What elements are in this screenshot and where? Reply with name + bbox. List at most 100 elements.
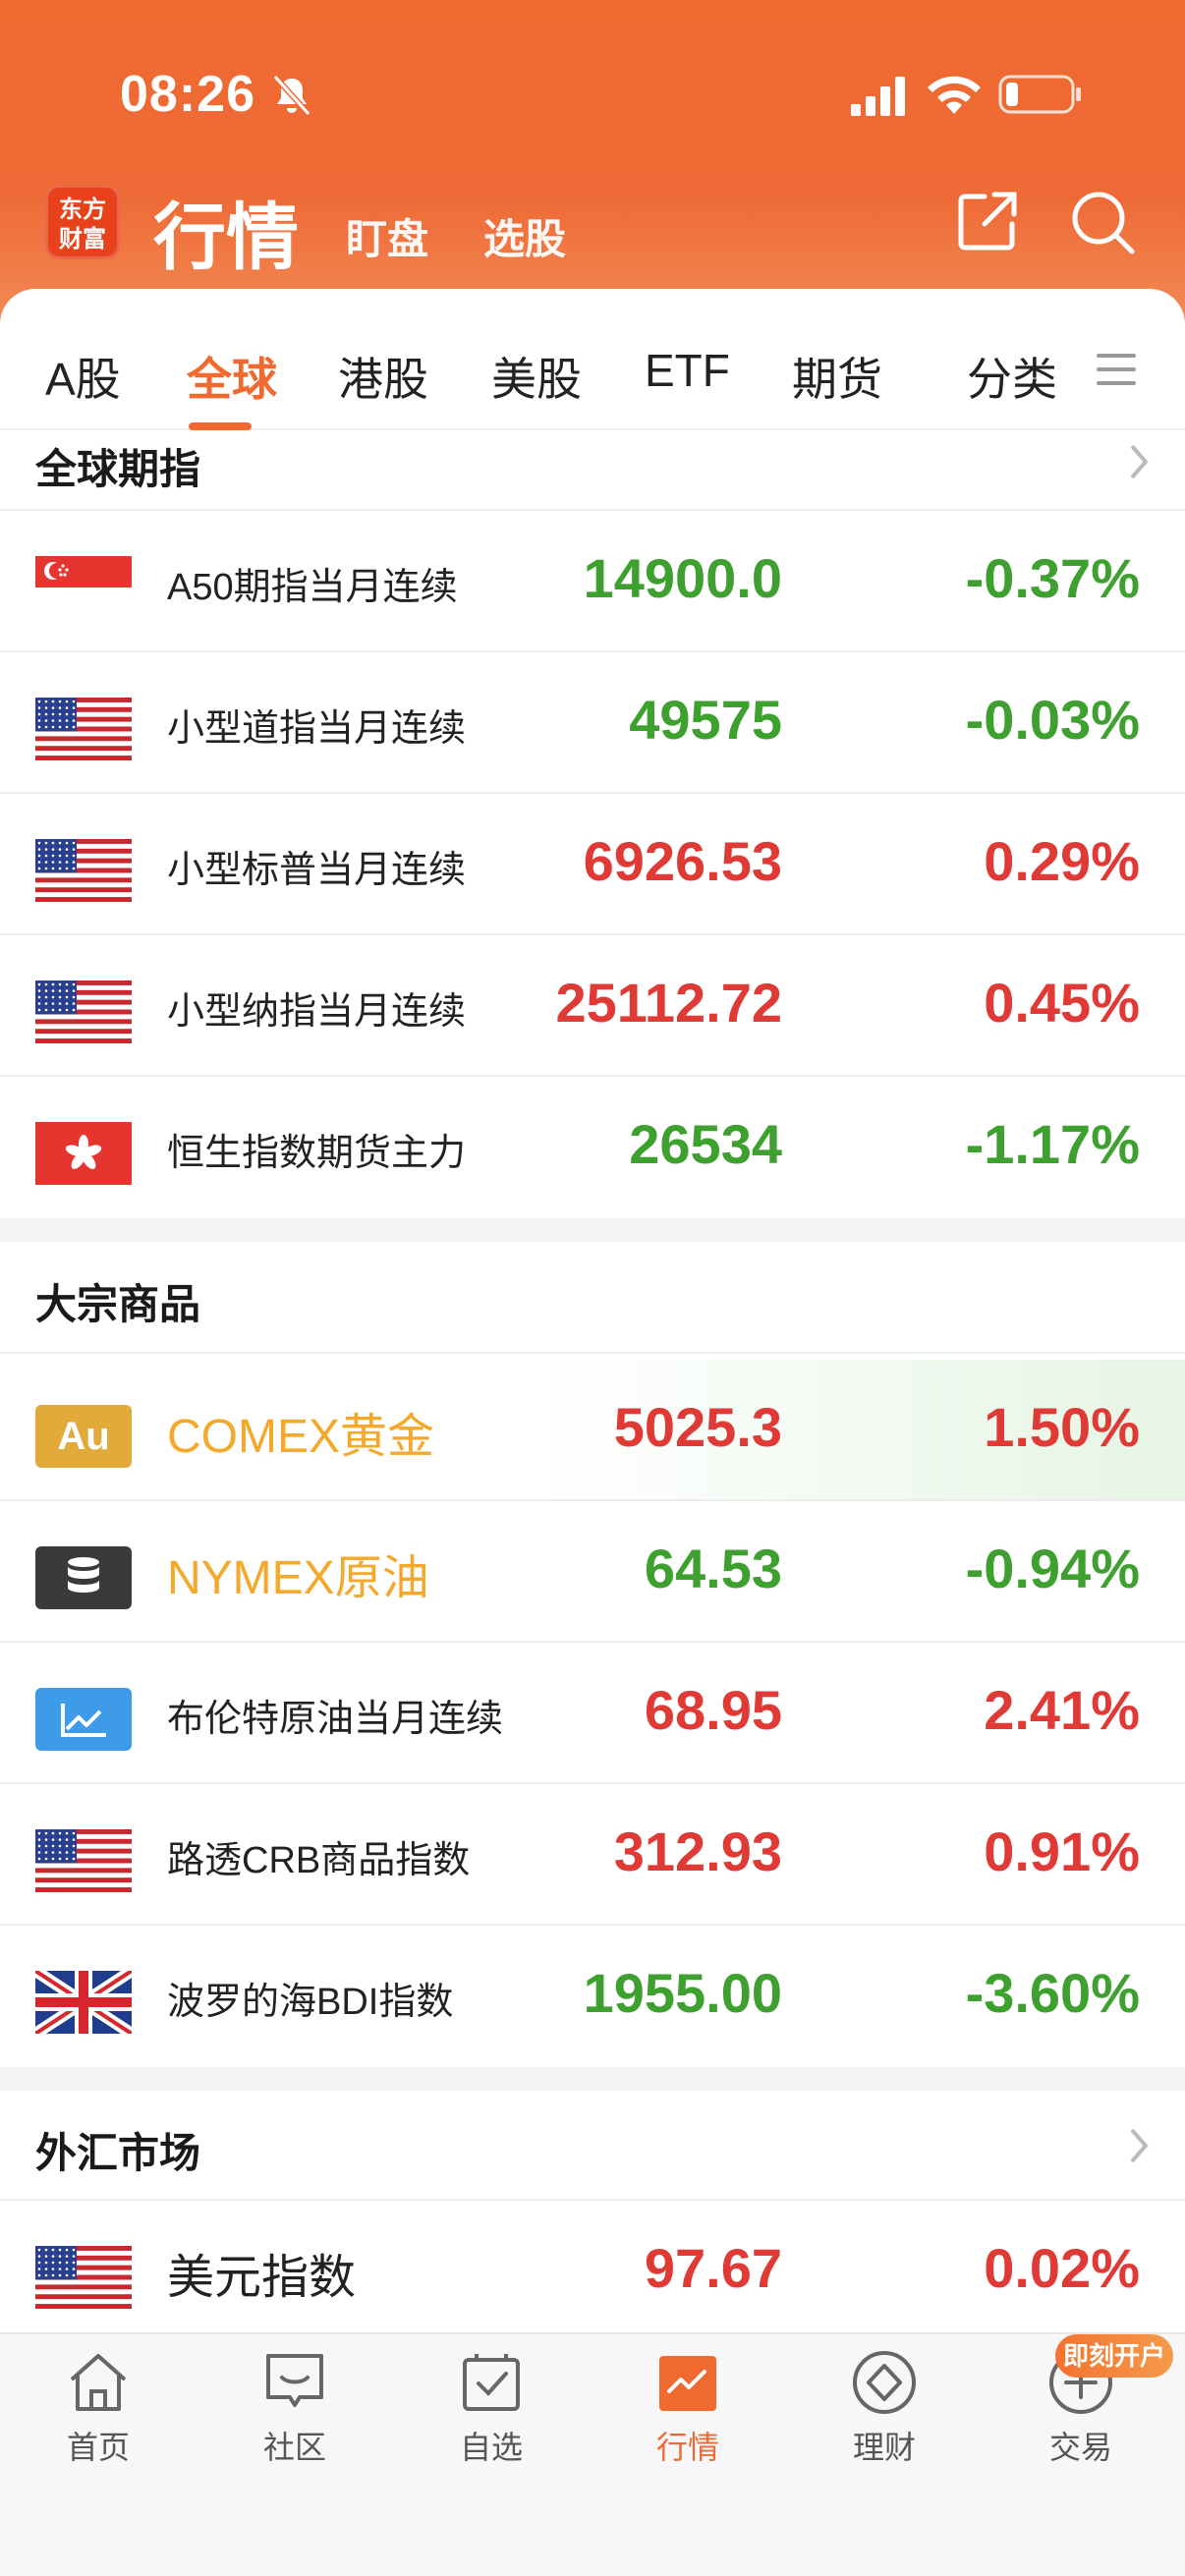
- tab-futures[interactable]: 期货: [792, 344, 882, 409]
- quote-name: 小型标普当月连续: [167, 850, 467, 891]
- quote-row-bdi[interactable]: 波罗的海BDI指数 1955.00 -3.60%: [0, 1926, 1185, 2067]
- tab-us-stocks[interactable]: 美股: [491, 344, 582, 409]
- section-header-global-futures[interactable]: 全球期指: [0, 430, 1185, 511]
- watchlist-check-icon: [463, 2354, 520, 2411]
- nav-label: 行情: [655, 2430, 719, 2465]
- quote-name: NYMEX原油: [167, 1552, 429, 1604]
- chat-bubble-icon: [266, 2354, 323, 2407]
- market-tabs: A股 全球 港股 美股 ETF 期货 分类: [0, 289, 1185, 430]
- tab-global[interactable]: 全球: [187, 344, 277, 409]
- section-header-forex[interactable]: 外汇市场: [0, 2091, 1185, 2201]
- quote-row-a50[interactable]: A50期指当月连续 14900.0 -0.37%: [0, 511, 1185, 652]
- bell-muted-icon: [272, 74, 311, 117]
- nav-market[interactable]: 行情: [590, 2348, 786, 2468]
- quote-change-percent: -0.03%: [965, 689, 1140, 751]
- section-header-commodities: 大宗商品: [0, 1242, 1185, 1354]
- app-bar: 东方 财富 行情 盯盘 选股: [0, 177, 1185, 285]
- tab-etf[interactable]: ETF: [645, 344, 730, 397]
- quote-name: 波罗的海BDI指数: [167, 1982, 454, 2023]
- quote-name: 路透CRB商品指数: [167, 1840, 471, 1881]
- subtab-stock-picker[interactable]: 选股: [483, 206, 566, 266]
- hongkong-flag-icon: [35, 1122, 132, 1185]
- chevron-right-icon: [1130, 444, 1149, 479]
- app-logo[interactable]: 东方 财富: [45, 185, 120, 259]
- status-bar: 08:26: [0, 59, 1185, 138]
- tab-category[interactable]: 分类: [967, 344, 1057, 409]
- quote-change-percent: 0.02%: [984, 2237, 1140, 2299]
- open-account-badge[interactable]: 即刻开户: [1055, 2334, 1173, 2378]
- home-icon: [70, 2354, 127, 2411]
- quote-price: 64.53: [644, 1538, 782, 1599]
- share-icon[interactable]: [955, 189, 1020, 253]
- quote-row-comex-gold[interactable]: Au COMEX黄金 5025.3 1.50%: [0, 1360, 1185, 1501]
- quote-row-mini-nasdaq[interactable]: 小型纳指当月连续 25112.72 0.45%: [0, 935, 1185, 1077]
- nav-label: 社区: [262, 2430, 326, 2465]
- uk-flag-icon: [35, 1971, 132, 2034]
- quote-change-percent: 0.91%: [984, 1820, 1140, 1882]
- menu-icon[interactable]: [1095, 348, 1138, 391]
- cellular-signal-icon: [851, 77, 905, 116]
- quote-price: 1955.00: [583, 1962, 782, 2024]
- quote-change-percent: -0.37%: [965, 547, 1140, 609]
- quote-change-percent: -3.60%: [965, 1962, 1140, 2024]
- logo-text-bottom: 财富: [59, 226, 106, 252]
- tab-hk-stocks[interactable]: 港股: [338, 344, 428, 409]
- quote-name: 恒生指数期货主力: [167, 1133, 467, 1174]
- quote-change-percent: 1.50%: [984, 1396, 1140, 1458]
- oil-barrel-icon: [35, 1546, 132, 1609]
- nav-label: 首页: [66, 2430, 130, 2465]
- singapore-flag-icon: [35, 556, 132, 619]
- line-chart-icon: [35, 1688, 132, 1751]
- bottom-nav: 首页 社区 自选 行情 理财 交易: [0, 2332, 1185, 2576]
- us-flag-icon: [35, 1829, 132, 1892]
- quote-row-crb[interactable]: 路透CRB商品指数 312.93 0.91%: [0, 1784, 1185, 1926]
- subtab-watch[interactable]: 盯盘: [346, 206, 428, 266]
- quote-change-percent: 0.45%: [984, 972, 1140, 1034]
- quote-price: 25112.72: [555, 972, 782, 1034]
- tab-a-share[interactable]: A股: [45, 344, 121, 409]
- section-title: 大宗商品: [35, 1281, 201, 1327]
- quote-price: 97.67: [644, 2237, 782, 2299]
- gold-icon: Au: [35, 1405, 132, 1468]
- quote-row-nymex-oil[interactable]: NYMEX原油 64.53 -0.94%: [0, 1501, 1185, 1643]
- quote-row-brent[interactable]: 布伦特原油当月连续 68.95 2.41%: [0, 1643, 1185, 1784]
- nav-label: 理财: [852, 2430, 916, 2465]
- nav-community[interactable]: 社区: [197, 2348, 393, 2468]
- quote-name: A50期指当月连续: [167, 567, 458, 608]
- header: 08:26 东方 财富 行情 盯盘 选股: [0, 0, 1185, 324]
- battery-icon: [998, 75, 1081, 114]
- search-icon[interactable]: [1069, 189, 1136, 255]
- quote-name: 小型道指当月连续: [167, 708, 467, 750]
- us-flag-icon: [35, 839, 132, 902]
- nav-watchlist[interactable]: 自选: [393, 2348, 590, 2468]
- quote-change-percent: 0.29%: [984, 830, 1140, 892]
- status-time: 08:26: [120, 66, 255, 123]
- quote-change-percent: 2.41%: [984, 1679, 1140, 1741]
- us-flag-icon: [35, 698, 132, 760]
- nav-wealth[interactable]: 理财: [786, 2348, 983, 2468]
- active-tab-indicator: [189, 422, 252, 430]
- quote-row-hsi-futures[interactable]: 恒生指数期货主力 26534 -1.17%: [0, 1077, 1185, 1218]
- logo-text-top: 东方: [59, 196, 106, 223]
- quote-row-mini-dow[interactable]: 小型道指当月连续 49575 -0.03%: [0, 652, 1185, 794]
- quote-price: 312.93: [613, 1820, 782, 1882]
- quote-row-usd-index[interactable]: 美元指数 97.67 0.02%: [0, 2201, 1185, 2332]
- quote-change-percent: -1.17%: [965, 1113, 1140, 1175]
- chevron-right-icon: [1130, 2128, 1149, 2163]
- section-title: 外汇市场: [35, 2130, 201, 2176]
- section-title: 全球期指: [35, 446, 201, 492]
- main-content: A股 全球 港股 美股 ETF 期货 分类 全球期指 A50期指当月连续 149…: [0, 289, 1185, 2332]
- quote-price: 14900.0: [583, 547, 782, 609]
- quote-row-mini-sp[interactable]: 小型标普当月连续 6926.53 0.29%: [0, 794, 1185, 935]
- wealth-diamond-icon: [853, 2351, 916, 2414]
- nav-label: 自选: [459, 2430, 523, 2465]
- section-divider: [0, 1218, 1185, 1242]
- nav-home[interactable]: 首页: [0, 2348, 197, 2468]
- quote-change-percent: -0.94%: [965, 1538, 1140, 1599]
- quote-price: 6926.53: [583, 830, 782, 892]
- wifi-icon: [928, 76, 981, 114]
- quote-name: 小型纳指当月连续: [167, 991, 467, 1033]
- us-flag-icon: [35, 2246, 132, 2309]
- quote-name: 布伦特原油当月连续: [167, 1699, 504, 1740]
- us-flag-icon: [35, 980, 132, 1043]
